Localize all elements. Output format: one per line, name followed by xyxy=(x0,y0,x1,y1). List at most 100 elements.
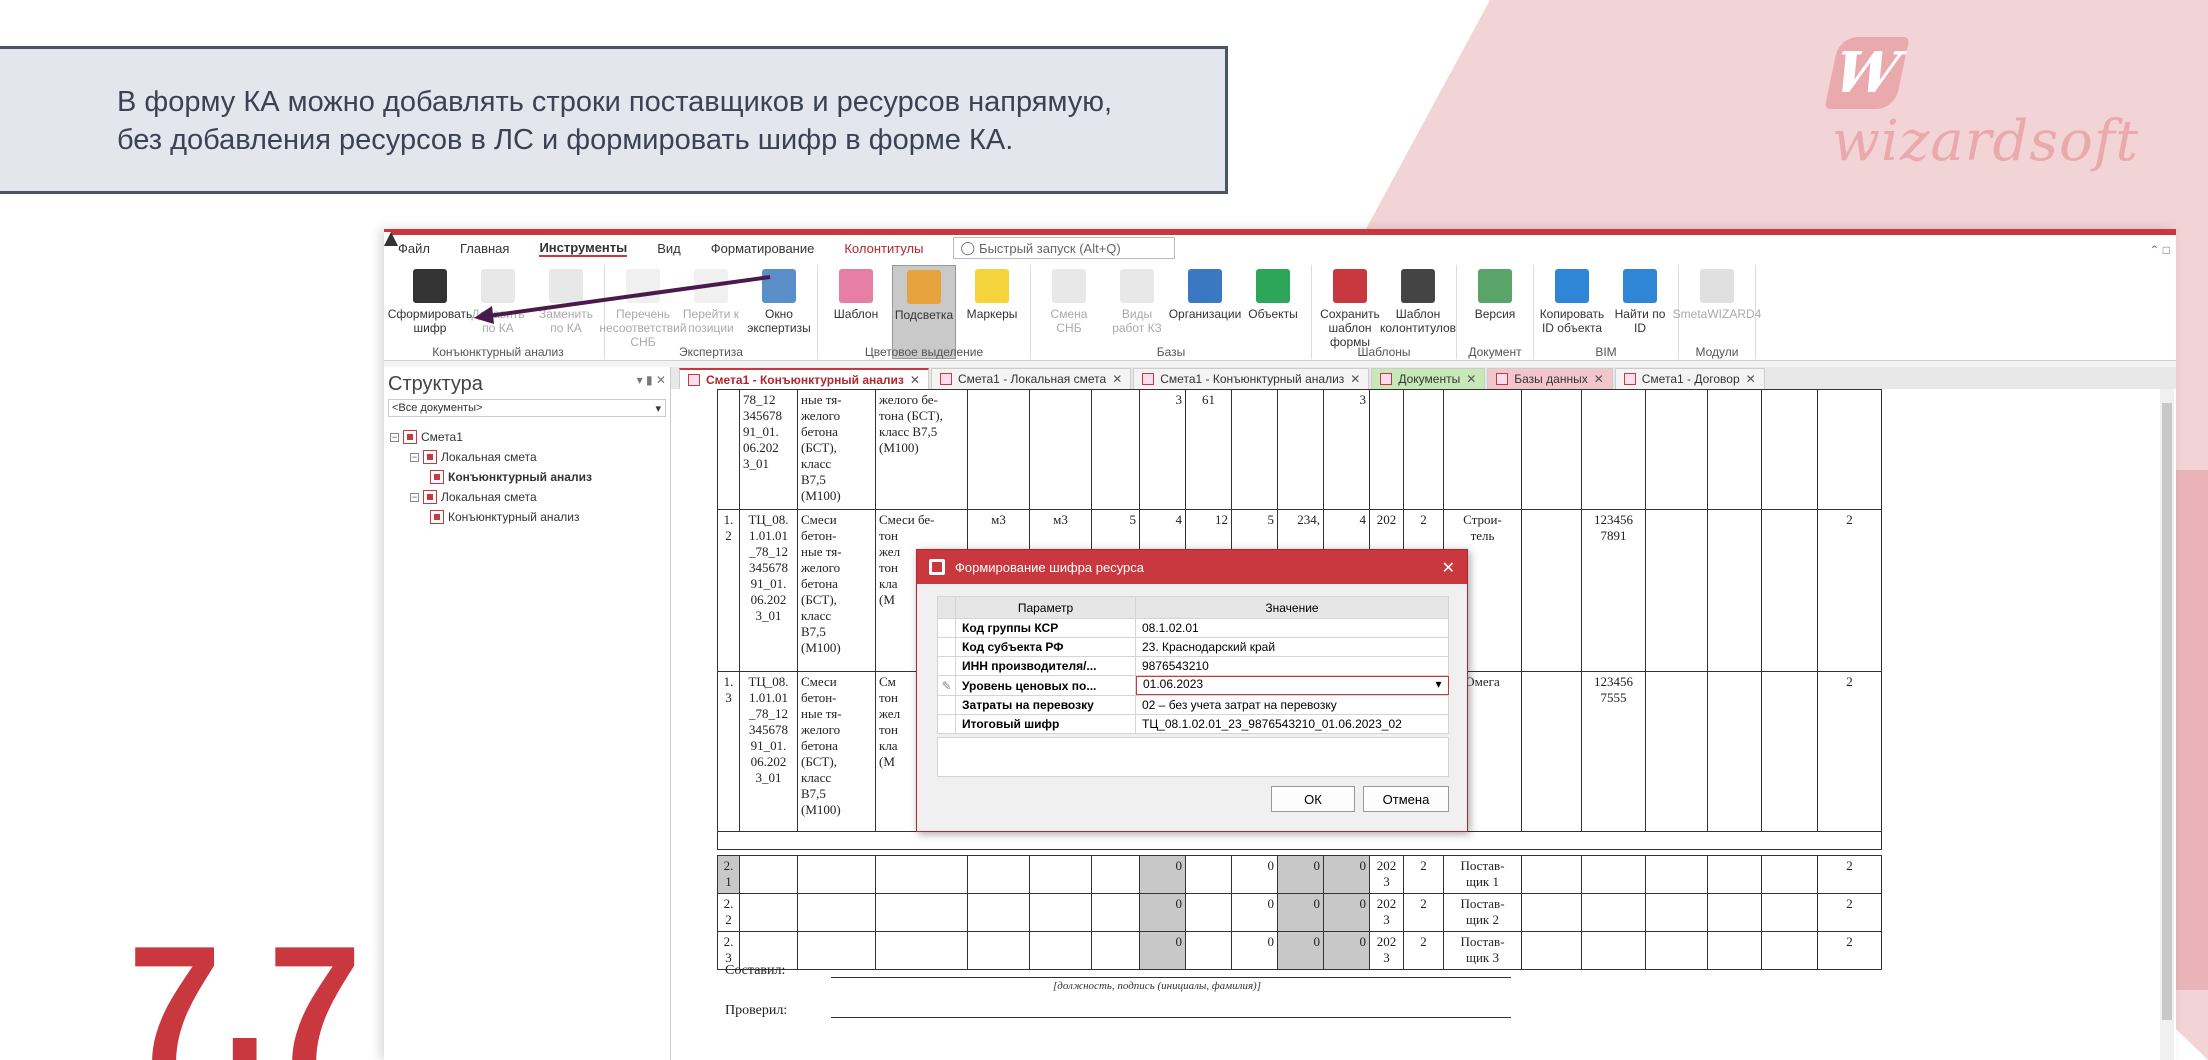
tree-item[interactable]: − Смета1 xyxy=(390,427,664,447)
document-tab[interactable]: Базы данных ✕ xyxy=(1487,368,1613,389)
cell-value: 0 xyxy=(1277,931,1324,970)
ribbon-group-label: Модули xyxy=(1695,345,1739,359)
row-marker xyxy=(937,695,956,715)
app-icon xyxy=(929,559,945,575)
collapse-icon[interactable]: − xyxy=(410,452,419,462)
menu-headers[interactable]: Колонтитулы xyxy=(844,241,923,256)
parameter-row[interactable]: Итоговый шифр ТЦ_08.1.02.01_23_9876543210… xyxy=(937,714,1449,734)
parameter-name: Уровень ценовых по... xyxy=(955,675,1136,696)
scroll-thumb[interactable] xyxy=(2162,403,2172,1020)
close-icon[interactable]: ✕ xyxy=(1442,558,1455,578)
document-tab[interactable]: Смета1 - Конъюнктурный анализ ✕ xyxy=(1133,368,1370,389)
ribbon-group-label: Базы xyxy=(1156,345,1186,359)
menu-home[interactable]: Главная xyxy=(460,241,509,256)
quick-launch-placeholder: Быстрый запуск (Alt+Q) xyxy=(979,240,1121,256)
parameter-name: Код группы КСР xyxy=(955,618,1136,638)
supplier-row: 2. 1 0 0 0 0 202 3 2 Постав- щик 12 xyxy=(717,855,1882,894)
close-icon[interactable]: ✕ xyxy=(1466,372,1476,386)
close-icon[interactable]: ✕ xyxy=(910,373,920,387)
bulb-icon xyxy=(975,269,1009,303)
ribbon: Сформировать шифр Добавить по КА Заменить … xyxy=(384,261,2176,361)
document-tab[interactable]: Смета1 - Конъюнктурный анализ ✕ xyxy=(679,368,929,389)
qr-replace-icon xyxy=(549,269,583,303)
ribbon-button-label: Шаблон xyxy=(833,307,879,321)
tree-item[interactable]: Конъюнктурный анализ xyxy=(390,507,664,527)
close-icon[interactable]: ✕ xyxy=(1350,372,1360,386)
ribbon-group-label: Документ xyxy=(1468,345,1522,359)
ribbon-button-label: Заменить по КА xyxy=(539,307,593,335)
close-icon[interactable]: ✕ xyxy=(1112,372,1122,386)
structure-title: Структура xyxy=(388,373,483,395)
ribbon-button-label: Версия xyxy=(1474,307,1516,321)
cell-value: 0 xyxy=(1139,855,1186,894)
collapse-icon[interactable]: − xyxy=(390,432,399,442)
vertical-scrollbar[interactable] xyxy=(2160,389,2174,1060)
ok-button[interactable]: ОК xyxy=(1271,786,1355,812)
document-icon xyxy=(939,373,952,385)
suppliers-table: 2. 1 0 0 0 0 202 3 2 Постав- щик 1 2 2. 2 0 0 0 0 202 … xyxy=(717,855,1882,970)
ribbon-button-label: Окно экспертизы xyxy=(747,307,811,335)
parameter-row[interactable]: Затраты на перевозку 02 – без учета затра… xyxy=(937,695,1449,715)
parameter-value: 23. Краснодарский край xyxy=(1135,637,1449,657)
menu-file[interactable]: Файл xyxy=(398,241,430,256)
row-marker xyxy=(937,714,956,734)
cell-last: 2 xyxy=(1817,671,1882,832)
cell-value: 0 xyxy=(1277,855,1324,894)
tree-item-label: Локальная смета xyxy=(441,490,537,504)
document-filter-select[interactable]: <Все документы> ▾ xyxy=(388,399,666,417)
cell-name: Смеси бетон- ные тя- желого бетона (БСТ)… xyxy=(797,509,876,672)
cell-last: 2 xyxy=(1817,893,1882,932)
document-icon xyxy=(1142,373,1155,385)
cell-value: 0 xyxy=(1231,931,1278,970)
cell-year: 202 3 xyxy=(1369,893,1404,932)
document-tabs: Смета1 - Конъюнктурный анализ ✕ Смета1 - Л… xyxy=(671,367,2176,389)
menu-view[interactable]: Вид xyxy=(657,241,681,256)
window-controls[interactable]: ⌃ □ xyxy=(2149,243,2170,257)
date-value: 01.06.2023 xyxy=(1143,677,1204,691)
pane-controls[interactable]: ▾ ▮ ✕ xyxy=(637,373,666,387)
parameter-name: Код субъекта РФ xyxy=(955,637,1136,657)
document-tab[interactable]: Смета1 - Локальная смета ✕ xyxy=(930,368,1132,389)
ribbon-button-label: Сформировать шифр xyxy=(387,307,473,335)
cell-name: ные тя- желого бетона (БСТ), класс В7,5 … xyxy=(797,389,876,510)
supplier-row: 2. 3 0 0 0 0 202 3 2 Постав- щик 32 xyxy=(717,931,1882,970)
menu-format[interactable]: Форматирование xyxy=(711,241,815,256)
parameter-value: 9876543210 xyxy=(1135,656,1449,676)
cell-value: 3 xyxy=(1139,389,1186,510)
tree-item[interactable]: − Локальная смета xyxy=(390,447,664,467)
ribbon-group-label: Экспертиза xyxy=(679,345,743,359)
mouse-cursor-icon xyxy=(384,232,398,246)
quick-launch-input[interactable]: ◯ Быстрый запуск (Alt+Q) xyxy=(953,237,1176,259)
cell-name: Смеси бетон- ные тя- желого бетона (БСТ)… xyxy=(797,671,876,832)
parameter-name: ИНН производителя/... xyxy=(955,656,1136,676)
cell-value: 0 xyxy=(1231,893,1278,932)
tree-item[interactable]: − Локальная смета xyxy=(390,487,664,507)
document-icon xyxy=(403,430,417,444)
date-input[interactable]: 01.06.2023 ▾ xyxy=(1136,676,1449,695)
collapse-icon[interactable]: − xyxy=(410,492,419,502)
document-icon xyxy=(1380,373,1393,385)
parameter-row[interactable]: Код субъекта РФ 23. Краснодарский край xyxy=(937,637,1449,657)
parameter-row[interactable]: ИНН производителя/... 9876543210 xyxy=(937,656,1449,676)
parameter-row[interactable]: Код группы КСР 08.1.02.01 xyxy=(937,618,1449,638)
empty-area xyxy=(937,737,1449,777)
parameter-row[interactable]: ✎ Уровень ценовых по... 01.06.2023 ▾ xyxy=(937,675,1449,696)
ribbon-button-label: Добавить по КА xyxy=(471,307,525,335)
document-tab[interactable]: Документы ✕ xyxy=(1371,368,1486,389)
close-icon[interactable]: ✕ xyxy=(1594,372,1604,386)
ribbon-button-label: Смена СНБ xyxy=(1050,307,1088,335)
pencil-icon: ✎ xyxy=(937,675,956,696)
menu-tools[interactable]: Инструменты xyxy=(539,240,628,257)
tab-label: Смета1 - Договор xyxy=(1641,372,1740,386)
cancel-button[interactable]: Отмена xyxy=(1363,786,1449,812)
cell-inn: 123456 7891 xyxy=(1581,509,1646,672)
chevron-down-icon[interactable]: ▾ xyxy=(1435,677,1441,694)
qr-code-icon xyxy=(413,269,447,303)
tree-item[interactable]: Конъюнктурный анализ xyxy=(390,467,664,487)
param-column-header: Параметр xyxy=(955,596,1136,619)
ribbon-group: Сформировать шифр Добавить по КА Заменить … xyxy=(388,265,605,359)
close-icon[interactable]: ✕ xyxy=(1746,372,1756,386)
database-icon xyxy=(1052,269,1086,303)
atom-icon xyxy=(1700,269,1734,303)
document-tab[interactable]: Смета1 - Договор ✕ xyxy=(1614,368,1765,389)
